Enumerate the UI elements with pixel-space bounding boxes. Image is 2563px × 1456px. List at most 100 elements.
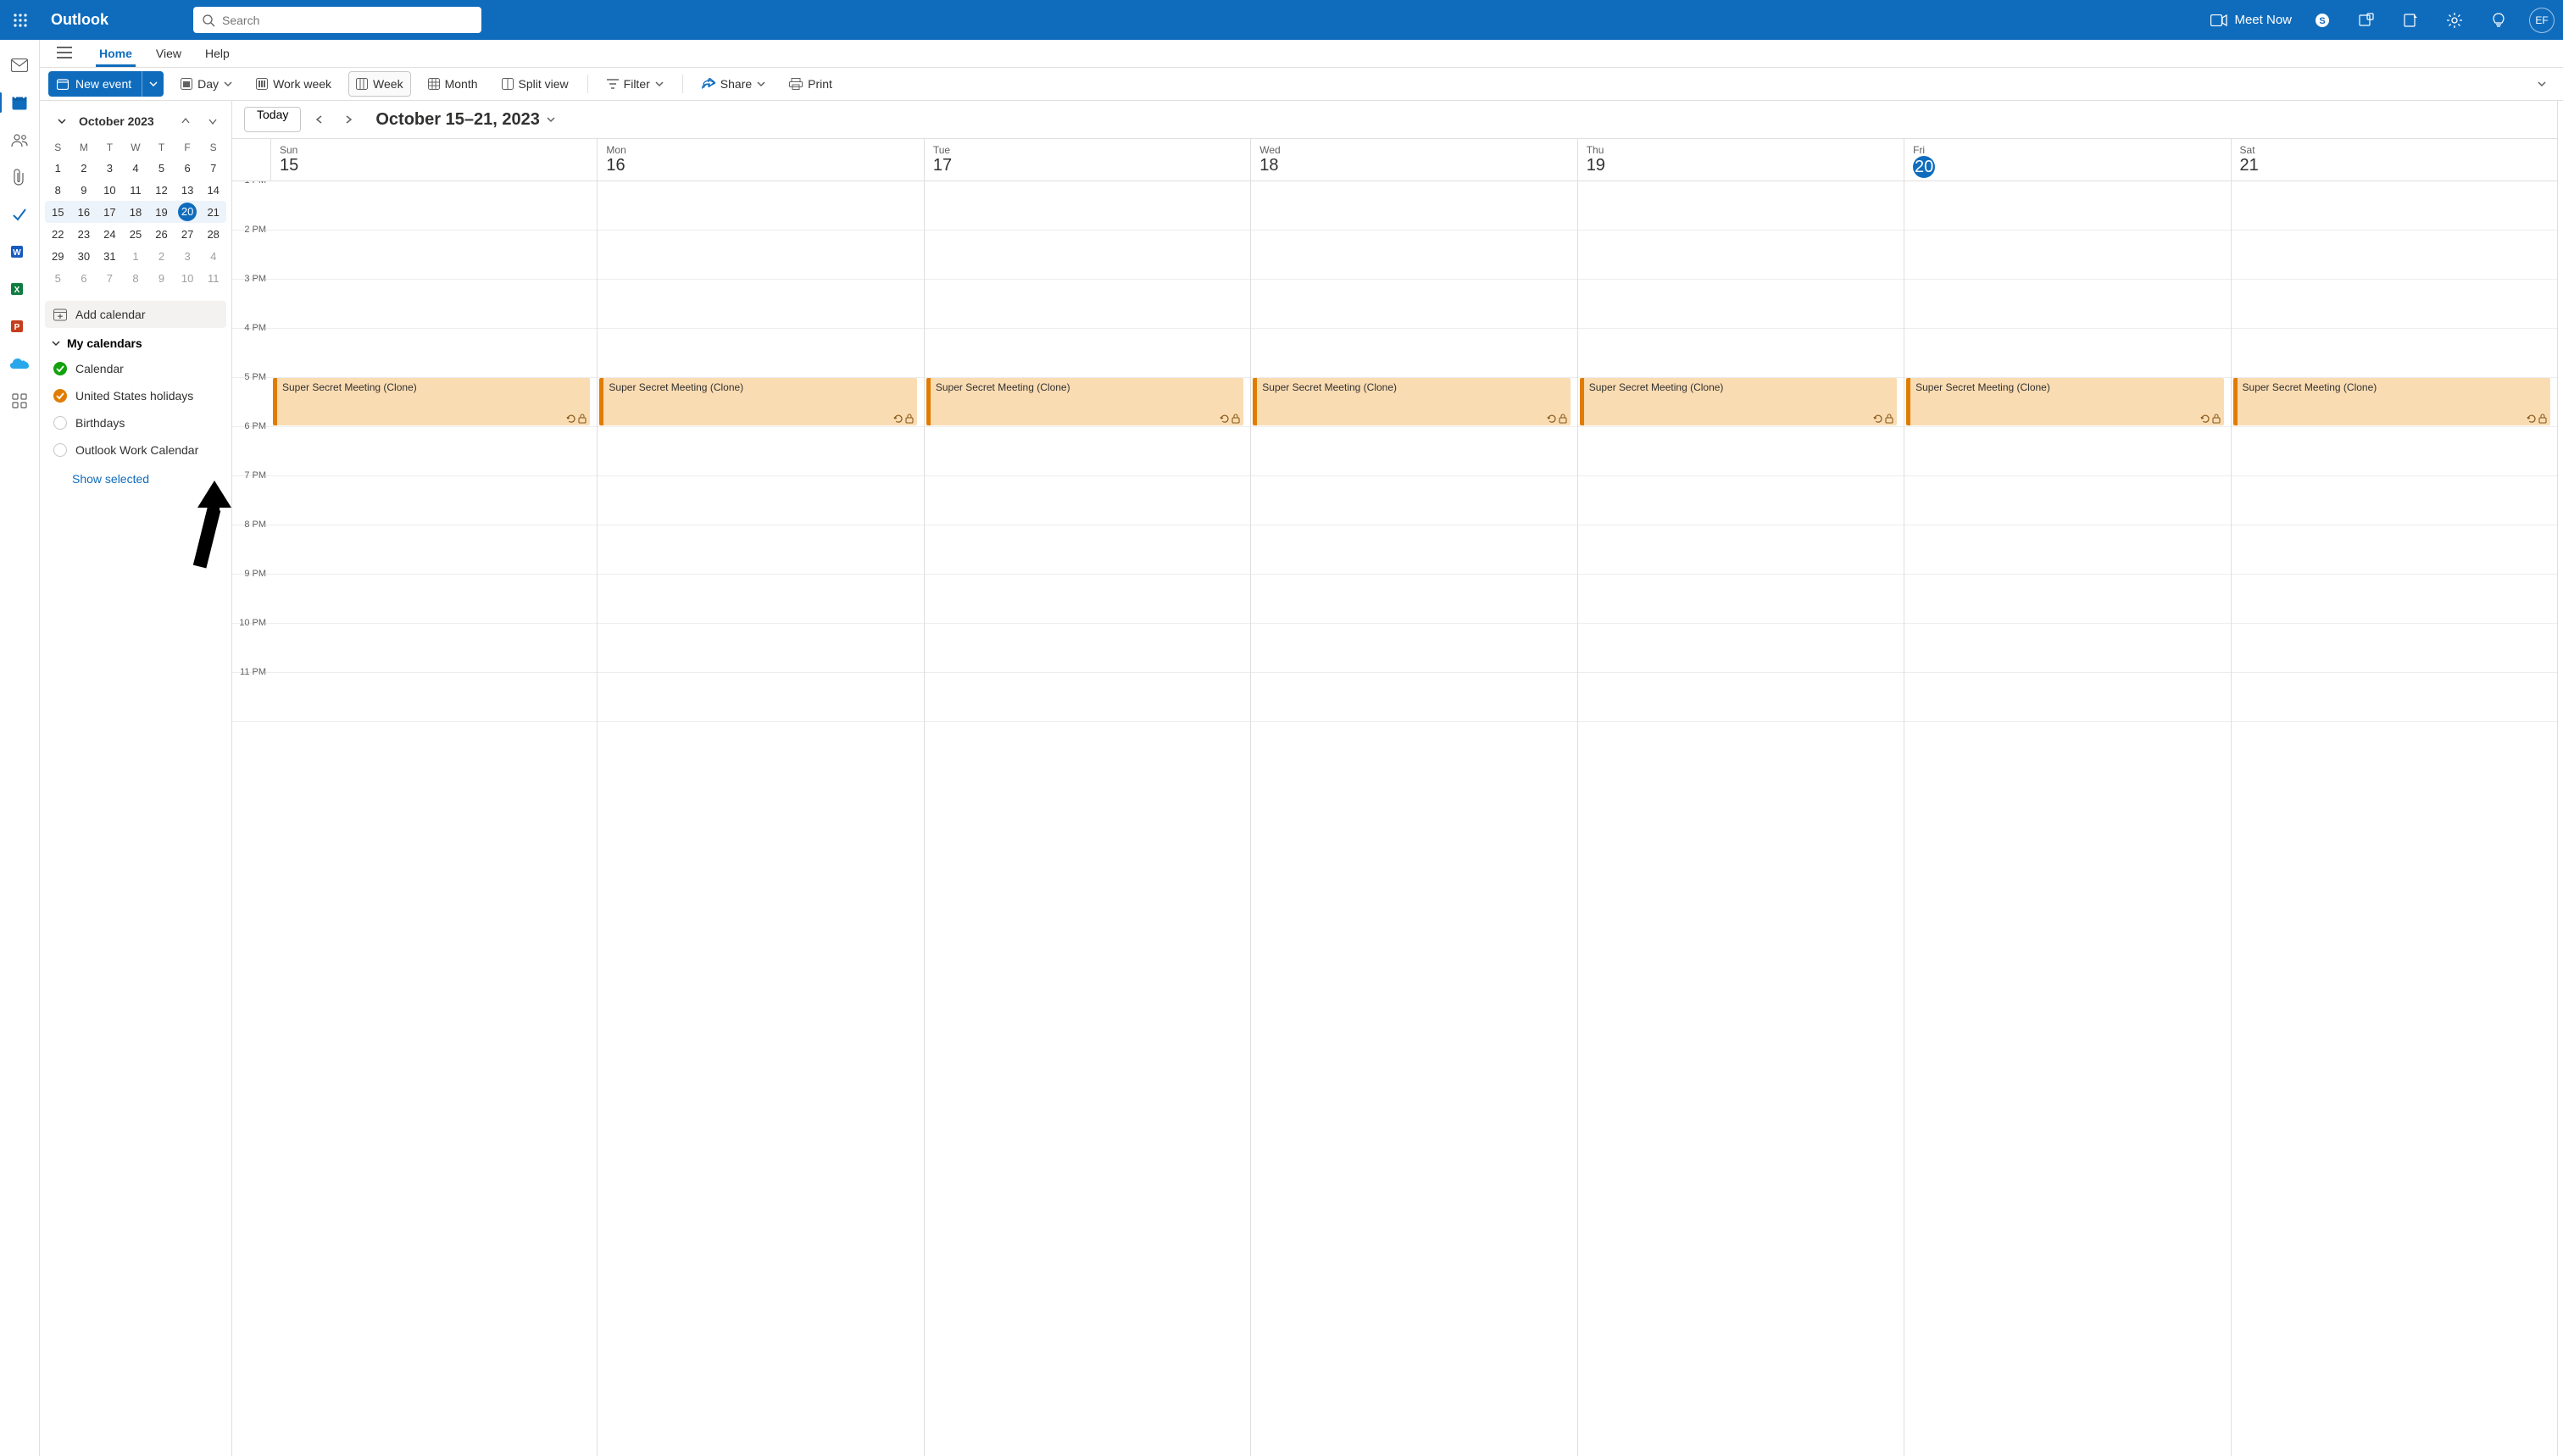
mini-cal-day[interactable]: 15 xyxy=(45,201,71,223)
mini-cal-day[interactable]: 19 xyxy=(148,201,175,223)
calendar-event[interactable]: Super Secret Meeting (Clone) xyxy=(599,378,916,425)
view-month-button[interactable]: Month xyxy=(421,71,485,97)
calendar-checkbox[interactable] xyxy=(53,362,67,375)
mini-cal-prev[interactable] xyxy=(175,111,196,131)
mini-cal-day[interactable]: 22 xyxy=(45,223,71,245)
day-header[interactable]: Thu19 xyxy=(1578,139,1904,181)
calendar-item[interactable]: Calendar xyxy=(45,355,226,382)
day-header[interactable]: Tue17 xyxy=(925,139,1251,181)
calendar-checkbox[interactable] xyxy=(53,389,67,403)
view-day-button[interactable]: Day xyxy=(174,71,239,97)
mini-cal-day[interactable]: 17 xyxy=(97,201,123,223)
mini-cal-day[interactable]: 9 xyxy=(148,267,175,289)
mini-cal-day[interactable]: 10 xyxy=(175,267,201,289)
mini-cal-day[interactable]: 31 xyxy=(97,245,123,267)
mini-cal-day[interactable]: 4 xyxy=(200,245,226,267)
calendar-event[interactable]: Super Secret Meeting (Clone) xyxy=(1580,378,1897,425)
mini-cal-week[interactable]: 1234567 xyxy=(45,157,226,179)
filter-button[interactable]: Filter xyxy=(600,71,670,97)
mini-cal-day[interactable]: 3 xyxy=(97,157,123,179)
new-event-button[interactable]: New event xyxy=(48,71,142,97)
tab-view[interactable]: View xyxy=(153,42,185,67)
calendar-item[interactable]: Birthdays xyxy=(45,409,226,436)
skype-button[interactable]: S xyxy=(2309,7,2336,34)
search-input[interactable] xyxy=(222,14,473,27)
mini-cal-day[interactable]: 21 xyxy=(200,201,226,223)
mini-cal-week[interactable]: 22232425262728 xyxy=(45,223,226,245)
view-week-button[interactable]: Week xyxy=(348,71,411,97)
add-calendar-button[interactable]: Add calendar xyxy=(45,301,226,328)
share-button[interactable]: Share xyxy=(695,71,772,97)
ribbon-more-button[interactable] xyxy=(2531,71,2553,97)
my-calendars-section[interactable]: My calendars xyxy=(45,328,226,355)
mini-cal-day[interactable]: 6 xyxy=(71,267,97,289)
app-launcher[interactable] xyxy=(7,7,34,34)
mini-cal-day[interactable]: 2 xyxy=(148,245,175,267)
day-header[interactable]: Fri20 xyxy=(1904,139,2231,181)
rail-more-apps[interactable] xyxy=(6,387,33,414)
mini-cal-day[interactable]: 4 xyxy=(123,157,149,179)
rail-files[interactable] xyxy=(6,164,33,191)
day-column[interactable]: Super Secret Meeting (Clone) xyxy=(271,181,598,1456)
mini-cal-day[interactable]: 1 xyxy=(45,157,71,179)
rail-calendar[interactable] xyxy=(6,89,33,116)
day-column[interactable]: Super Secret Meeting (Clone) xyxy=(2232,181,2557,1456)
calendar-checkbox[interactable] xyxy=(53,443,67,457)
day-header[interactable]: Sun15 xyxy=(271,139,598,181)
mini-cal-day[interactable]: 7 xyxy=(97,267,123,289)
tab-home[interactable]: Home xyxy=(96,42,136,67)
day-header[interactable]: Mon16 xyxy=(598,139,924,181)
mini-cal-day[interactable]: 8 xyxy=(45,179,71,201)
next-week-button[interactable] xyxy=(338,109,359,130)
date-range-picker[interactable]: October 15–21, 2023 xyxy=(375,110,554,130)
show-selected-link[interactable]: Show selected xyxy=(45,464,226,491)
mini-cal-day[interactable]: 14 xyxy=(200,179,226,201)
mini-cal-day[interactable]: 13 xyxy=(175,179,201,201)
mini-cal-day[interactable]: 5 xyxy=(148,157,175,179)
calendar-event[interactable]: Super Secret Meeting (Clone) xyxy=(273,378,590,425)
mini-cal-day[interactable]: 10 xyxy=(97,179,123,201)
mini-cal-day[interactable]: 7 xyxy=(200,157,226,179)
day-column[interactable]: Super Secret Meeting (Clone) xyxy=(1904,181,2231,1456)
account-avatar[interactable]: EF xyxy=(2529,8,2555,33)
teams-button[interactable] xyxy=(2353,7,2380,34)
mini-cal-week[interactable]: 567891011 xyxy=(45,267,226,289)
mini-cal-day[interactable]: 24 xyxy=(97,223,123,245)
calendar-event[interactable]: Super Secret Meeting (Clone) xyxy=(2233,378,2550,425)
rail-people[interactable] xyxy=(6,126,33,153)
nav-toggle-button[interactable] xyxy=(50,38,79,67)
mini-cal-day[interactable]: 3 xyxy=(175,245,201,267)
mini-cal-day[interactable]: 30 xyxy=(71,245,97,267)
calendar-item[interactable]: Outlook Work Calendar xyxy=(45,436,226,464)
split-view-button[interactable]: Split view xyxy=(495,71,575,97)
day-column[interactable]: Super Secret Meeting (Clone) xyxy=(1578,181,1904,1456)
mini-cal-day[interactable]: 26 xyxy=(148,223,175,245)
day-column[interactable]: Super Secret Meeting (Clone) xyxy=(598,181,924,1456)
mini-cal-day[interactable]: 9 xyxy=(71,179,97,201)
day-header[interactable]: Sat21 xyxy=(2232,139,2557,181)
mini-cal-day[interactable]: 25 xyxy=(123,223,149,245)
tab-help[interactable]: Help xyxy=(202,42,233,67)
mini-cal-day[interactable]: 18 xyxy=(123,201,149,223)
mini-cal-day[interactable]: 6 xyxy=(175,157,201,179)
rail-word[interactable]: W xyxy=(6,238,33,265)
new-event-dropdown[interactable] xyxy=(142,71,164,97)
calendar-checkbox[interactable] xyxy=(53,416,67,430)
mini-cal-day[interactable]: 1 xyxy=(123,245,149,267)
calendar-event[interactable]: Super Secret Meeting (Clone) xyxy=(1906,378,2223,425)
mini-cal-week[interactable]: 15161718192021 xyxy=(45,201,226,223)
prev-week-button[interactable] xyxy=(309,109,330,130)
view-workweek-button[interactable]: Work week xyxy=(249,71,338,97)
day-header[interactable]: Wed18 xyxy=(1251,139,1577,181)
mini-cal-day[interactable]: 16 xyxy=(71,201,97,223)
rail-todo[interactable] xyxy=(6,201,33,228)
mini-cal-day[interactable]: 8 xyxy=(123,267,149,289)
mini-cal-next[interactable] xyxy=(203,111,223,131)
mini-cal-day[interactable]: 29 xyxy=(45,245,71,267)
today-button[interactable]: Today xyxy=(244,107,301,132)
search-box[interactable] xyxy=(193,7,481,33)
mini-cal-week[interactable]: 891011121314 xyxy=(45,179,226,201)
print-button[interactable]: Print xyxy=(782,71,839,97)
calendar-event[interactable]: Super Secret Meeting (Clone) xyxy=(926,378,1243,425)
rail-excel[interactable]: X xyxy=(6,275,33,303)
